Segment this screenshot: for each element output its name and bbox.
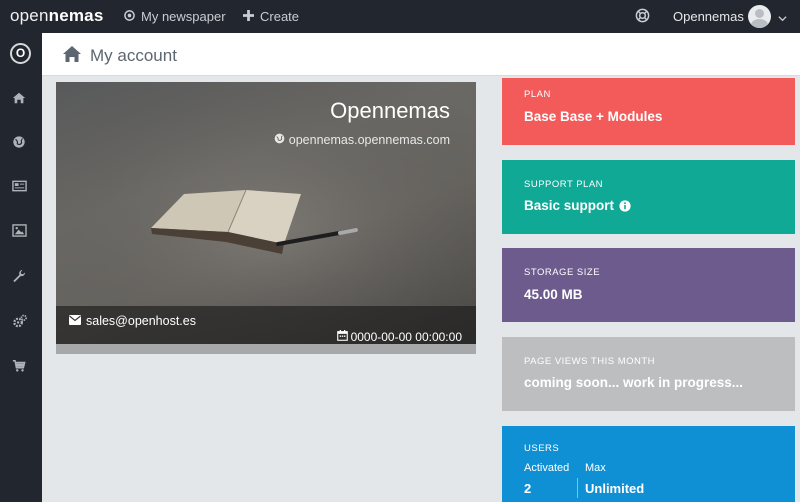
users-activated-value: 2 (524, 481, 532, 496)
storage-label: STORAGE SIZE (524, 267, 601, 278)
created-date-text: 0000-00-00 00:00:00 (350, 330, 462, 344)
home-icon[interactable] (12, 91, 28, 107)
users-max-label: Max (585, 462, 606, 474)
support-icon[interactable] (635, 8, 650, 23)
users-label: USERS (524, 443, 560, 454)
nav-my-newspaper-label: My newspaper (141, 9, 226, 24)
logo-text-thin: open (10, 6, 49, 25)
cart-icon[interactable] (12, 359, 28, 375)
page-views-value: coming soon... work in progress... (524, 375, 744, 390)
plan-value: Base Base + Modules (524, 109, 663, 124)
newspaper-title: Opennemas (330, 98, 450, 123)
page-title: My account (90, 46, 177, 65)
support-plan-value-row: Basic support (524, 198, 631, 213)
storage-card: STORAGE SIZE 45.00 MB (502, 248, 795, 322)
cogs-icon[interactable] (12, 314, 28, 330)
sidebar: O (0, 33, 42, 502)
cover-footer: sales@openhost.es 0000-00-00 00:00:00 (56, 306, 476, 344)
top-navbar: opennemas My newspaper Create Opennemas (0, 0, 800, 33)
avatar-body (751, 19, 768, 28)
plan-card: PLAN Base Base + Modules (502, 78, 795, 145)
page-views-card: PAGE VIEWS THIS MONTH coming soon... wor… (502, 337, 795, 411)
support-plan-label: SUPPORT PLAN (524, 179, 604, 190)
chevron-down-icon[interactable] (778, 10, 787, 22)
support-plan-value: Basic support (524, 198, 615, 213)
users-divider (577, 478, 578, 498)
support-plan-card: SUPPORT PLAN Basic support (502, 160, 795, 234)
newspaper-cover: Opennemas opennemas.opennemas.com sales@… (56, 82, 476, 344)
contact-email-text: sales@openhost.es (86, 314, 196, 328)
page-header: My account (42, 33, 800, 76)
calendar-icon (336, 330, 351, 344)
users-card: USERS Activated 2 Max Unlimited (502, 426, 795, 502)
user-name[interactable]: Opennemas (673, 9, 744, 24)
nav-create[interactable]: Create (243, 9, 299, 24)
envelope-icon (69, 314, 86, 328)
plus-icon (243, 9, 254, 24)
globe-icon (274, 133, 289, 147)
globe-icon[interactable] (12, 135, 28, 151)
image-icon[interactable] (12, 224, 28, 240)
plan-label: PLAN (524, 89, 551, 100)
avatar-head (755, 9, 764, 18)
newspaper-domain-link[interactable]: opennemas.opennemas.com (274, 133, 450, 147)
avatar[interactable] (748, 5, 771, 28)
created-date: 0000-00-00 00:00:00 (336, 330, 462, 344)
nav-my-newspaper[interactable]: My newspaper (124, 9, 226, 24)
wrench-icon[interactable] (12, 269, 28, 285)
nav-create-label: Create (260, 9, 300, 24)
newspaper-domain: opennemas.opennemas.com (288, 133, 450, 147)
info-icon[interactable] (619, 199, 631, 212)
contact-email[interactable]: sales@openhost.es (69, 314, 196, 328)
dot-circle-icon (124, 9, 135, 24)
app-logo[interactable]: opennemas (10, 6, 104, 26)
page-views-label: PAGE VIEWS THIS MONTH (524, 356, 656, 367)
home-icon (62, 45, 82, 63)
users-max-value: Unlimited (585, 481, 645, 496)
newspaper-icon[interactable] (12, 179, 28, 195)
sidebar-logo[interactable]: O (10, 43, 31, 64)
users-activated-label: Activated (524, 462, 570, 474)
storage-value: 45.00 MB (524, 287, 583, 302)
logo-text-bold: nemas (48, 6, 104, 25)
